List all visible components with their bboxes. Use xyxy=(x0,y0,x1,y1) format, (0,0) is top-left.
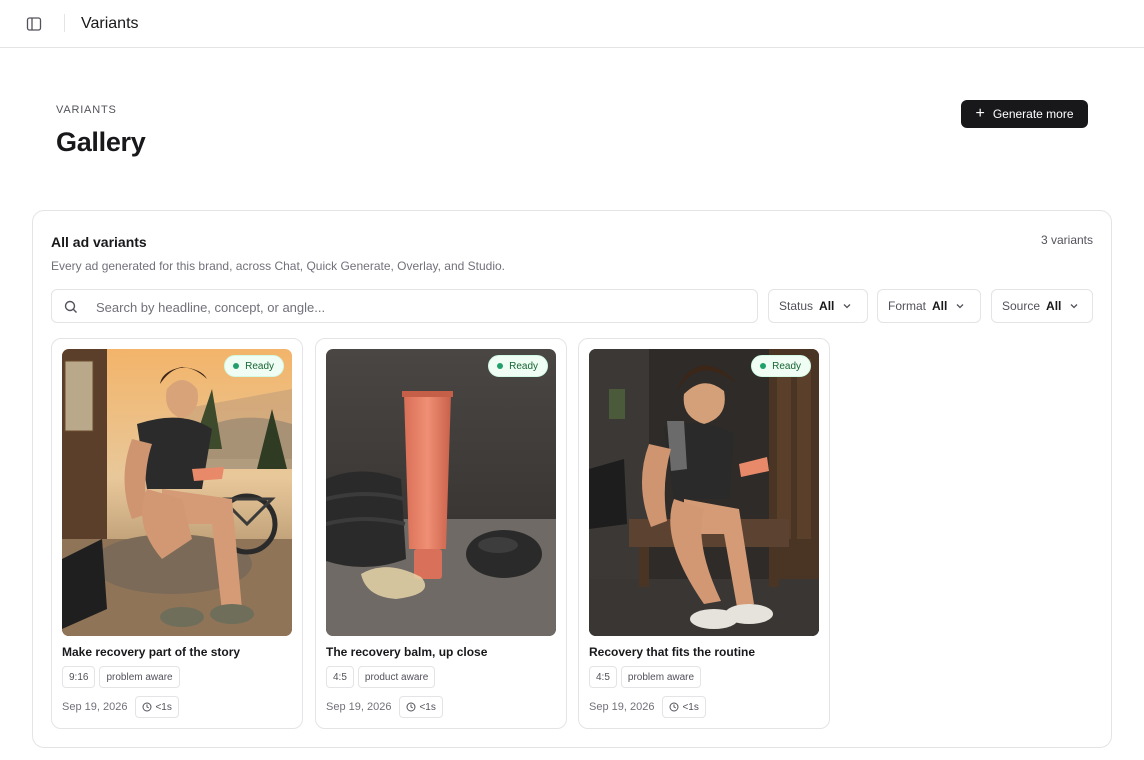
status-dot-icon xyxy=(497,363,504,369)
source-filter[interactable]: Source All xyxy=(991,289,1093,323)
source-filter-value: All xyxy=(1046,299,1062,313)
format-filter-value: All xyxy=(932,299,948,313)
card-meta: Sep 19, 2026 <1s xyxy=(589,696,706,718)
search-icon xyxy=(64,300,77,313)
chevron-down-icon xyxy=(1070,304,1078,309)
card-tags: 4:5 problem aware xyxy=(589,666,702,688)
card-date: Sep 19, 2026 xyxy=(62,701,128,713)
top-bar: Variants xyxy=(0,0,1144,48)
status-badge-label: Ready xyxy=(772,360,801,372)
status-dot-icon xyxy=(233,363,240,369)
card-tags: 9:16 problem aware xyxy=(62,666,180,688)
angle-tag: product aware xyxy=(357,666,436,688)
card-date: Sep 19, 2026 xyxy=(326,701,392,713)
chevron-down-icon xyxy=(956,304,964,309)
plus-icon: + xyxy=(975,105,985,122)
panel-title: All ad variants xyxy=(51,234,147,250)
sidebar-toggle-icon[interactable] xyxy=(24,14,44,34)
variant-thumbnail[interactable]: Ready xyxy=(589,349,819,636)
status-dot-icon xyxy=(760,363,767,369)
status-filter[interactable]: Status All xyxy=(768,289,868,323)
generate-more-label: Generate more xyxy=(992,107,1074,121)
angle-tag: problem aware xyxy=(620,666,702,688)
ratio-tag: 4:5 xyxy=(589,666,617,688)
generate-more-button[interactable]: + Generate more xyxy=(961,100,1088,128)
format-filter-label: Format xyxy=(888,299,927,313)
duration-chip: <1s xyxy=(135,696,179,718)
page-title: Gallery xyxy=(56,127,146,157)
topbar-divider xyxy=(64,14,65,32)
status-badge-label: Ready xyxy=(245,360,274,372)
variants-panel: All ad variants Every ad generated for t… xyxy=(32,210,1112,748)
ratio-tag: 9:16 xyxy=(62,666,96,688)
card-date: Sep 19, 2026 xyxy=(589,701,655,713)
clock-icon xyxy=(142,702,152,712)
duration-label: <1s xyxy=(682,701,699,713)
format-filter[interactable]: Format All xyxy=(877,289,981,323)
status-badge: Ready xyxy=(224,355,284,377)
angle-tag: problem aware xyxy=(99,666,180,688)
chevron-down-icon xyxy=(843,304,851,309)
variant-thumbnail[interactable]: Ready xyxy=(62,349,292,636)
variant-thumbnail[interactable]: Ready xyxy=(326,349,556,636)
status-badge-label: Ready xyxy=(509,360,538,372)
topbar-title: Variants xyxy=(81,15,139,32)
status-filter-label: Status xyxy=(779,299,814,313)
status-badge: Ready xyxy=(488,355,548,377)
card-title: The recovery balm, up close xyxy=(326,645,488,659)
variant-count: 3 variants xyxy=(1040,233,1093,247)
page-eyebrow: VARIANTS xyxy=(56,104,117,116)
variant-card[interactable]: Ready Recovery that fits the routine 4:5… xyxy=(578,338,830,729)
variant-card[interactable]: Ready Make recovery part of the story 9:… xyxy=(51,338,303,729)
source-filter-label: Source xyxy=(1002,299,1041,313)
card-tags: 4:5 product aware xyxy=(326,666,436,688)
clock-icon xyxy=(406,702,416,712)
status-filter-value: All xyxy=(819,299,835,313)
card-title: Make recovery part of the story xyxy=(62,645,241,659)
card-title: Recovery that fits the routine xyxy=(589,645,756,659)
card-meta: Sep 19, 2026 <1s xyxy=(62,696,179,718)
ratio-tag: 4:5 xyxy=(326,666,354,688)
duration-chip: <1s xyxy=(662,696,706,718)
status-badge: Ready xyxy=(751,355,811,377)
panel-subtitle: Every ad generated for this brand, acros… xyxy=(51,259,506,273)
search-box[interactable] xyxy=(51,289,758,323)
variant-card[interactable]: Ready The recovery balm, up close 4:5 pr… xyxy=(315,338,567,729)
card-meta: Sep 19, 2026 <1s xyxy=(326,696,443,718)
search-input[interactable] xyxy=(96,296,736,318)
duration-chip: <1s xyxy=(399,696,443,718)
duration-label: <1s xyxy=(155,701,172,713)
clock-icon xyxy=(669,702,679,712)
duration-label: <1s xyxy=(419,701,436,713)
